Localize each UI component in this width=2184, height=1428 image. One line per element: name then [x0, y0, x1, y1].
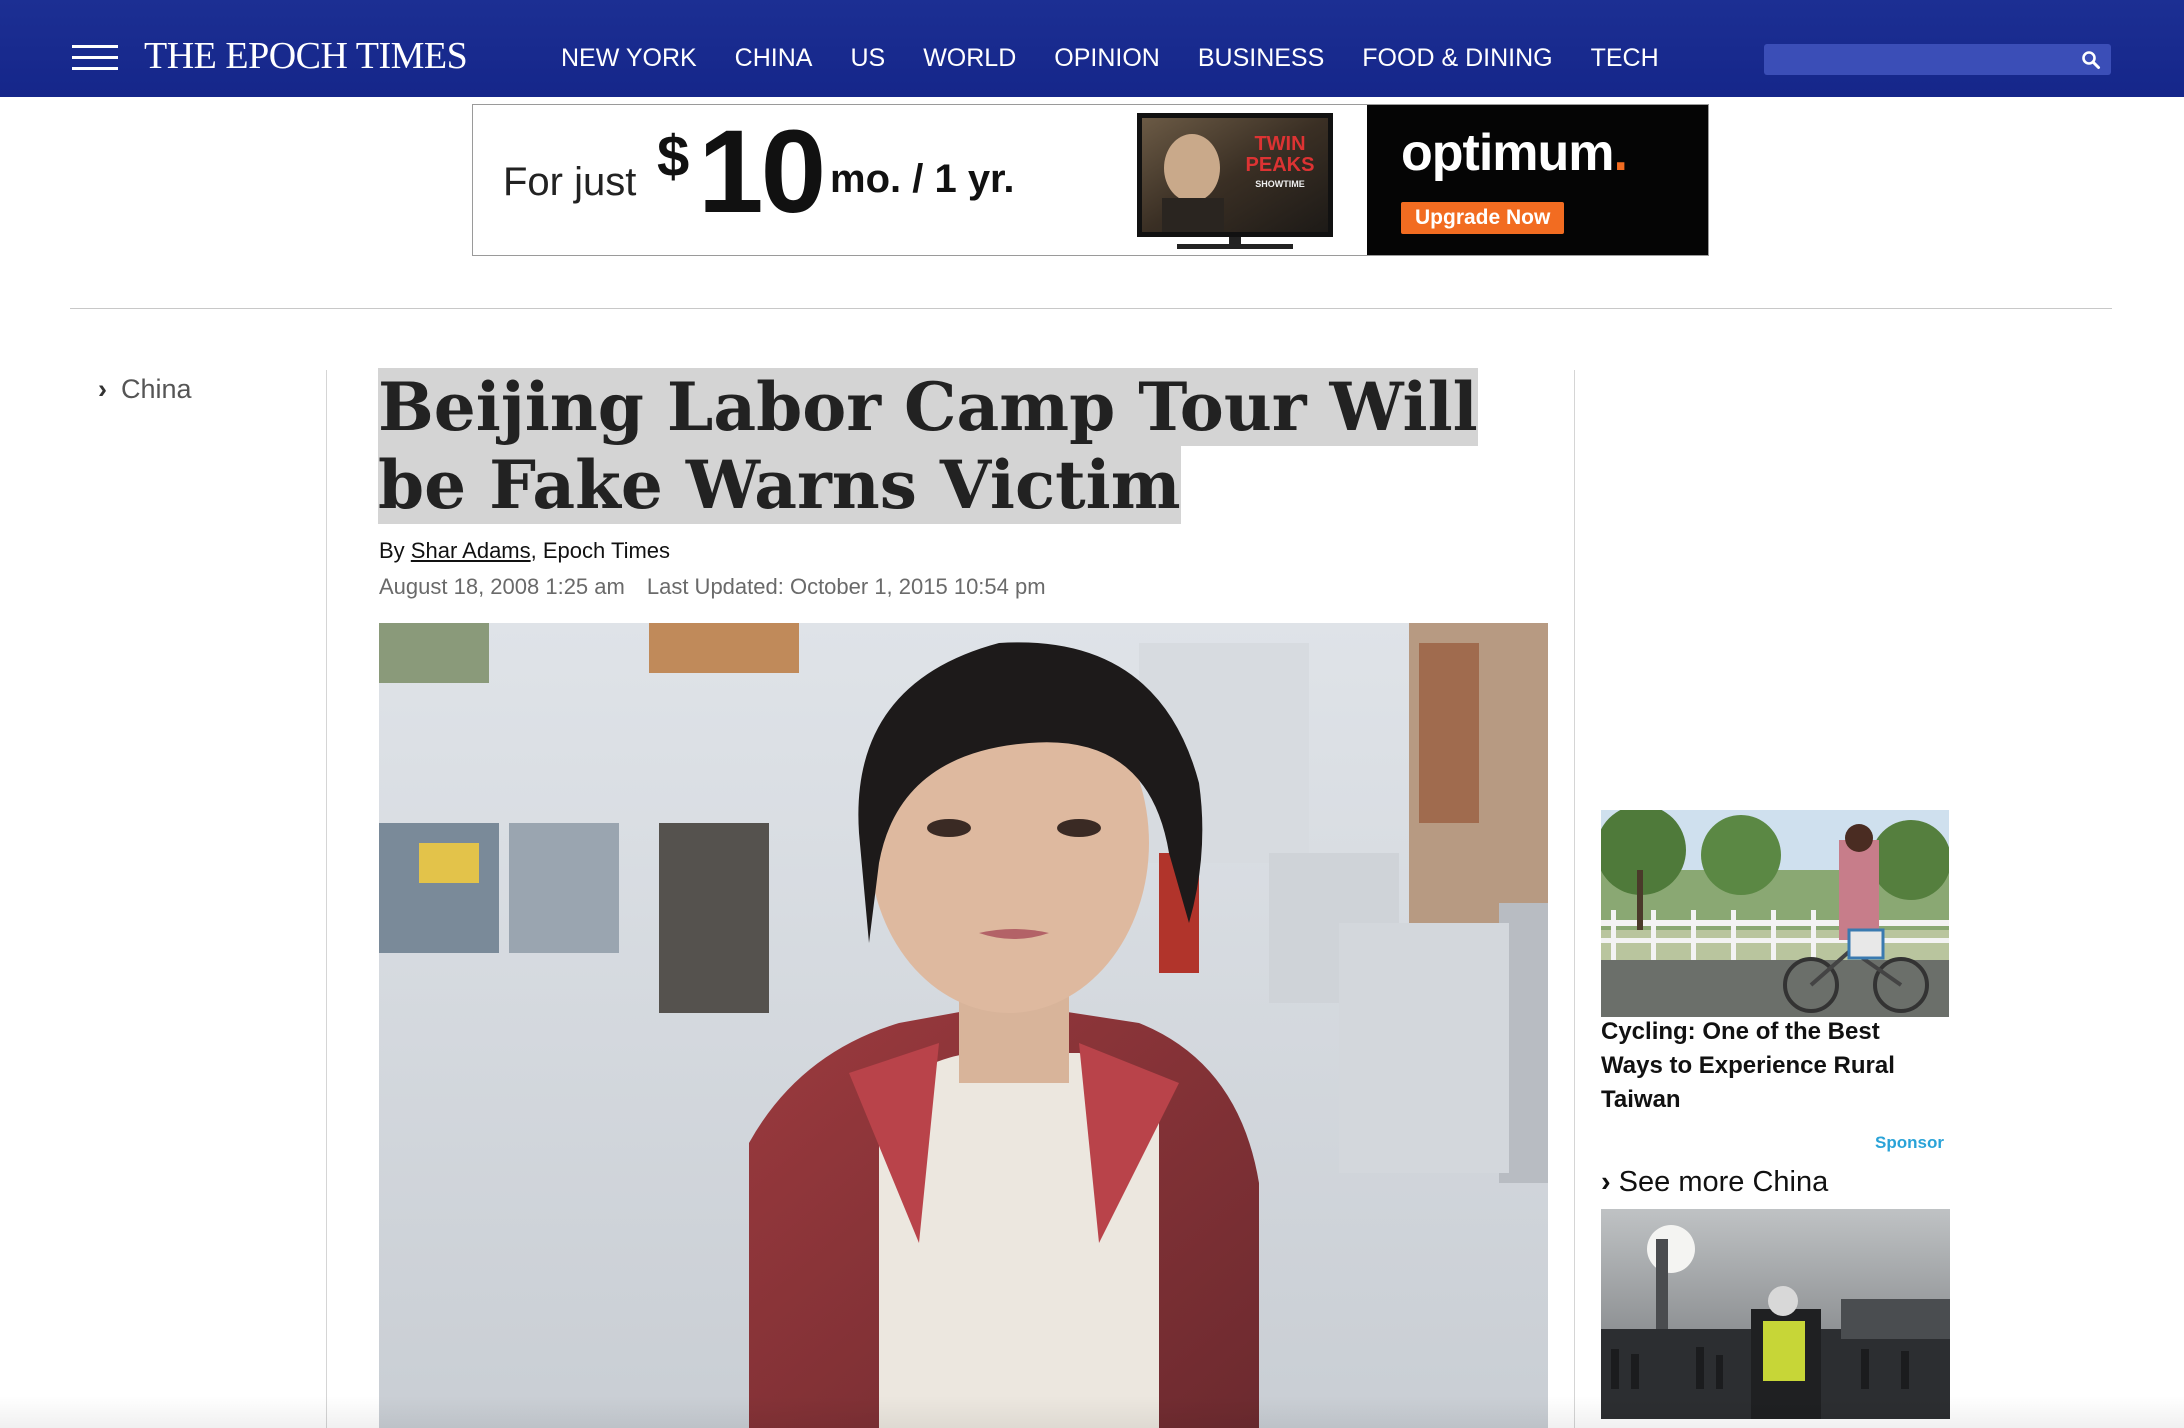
nav-item-world[interactable]: WORLD: [923, 44, 1016, 73]
ad-brand-logo: optimum.: [1401, 124, 1628, 182]
menu-icon[interactable]: [72, 45, 118, 71]
breadcrumb[interactable]: › China: [98, 374, 192, 405]
published-date: August 18, 2008 1:25 am: [379, 574, 625, 599]
chevron-right-icon: ›: [1601, 1166, 1611, 1198]
sponsor-label: Sponsor: [1875, 1133, 1944, 1152]
nav-item-opinion[interactable]: OPINION: [1054, 44, 1160, 73]
ad-offer-panel: For just $ 10 mo. / 1 yr. TWIN PEAKS SHO…: [473, 105, 1367, 255]
header-divider: [70, 308, 2112, 309]
ad-tv-title-1: TWIN: [1254, 133, 1305, 155]
ad-brand-panel: optimum. Upgrade Now: [1367, 105, 1708, 255]
top-navigation-bar: THE EPOCH TIMES NEW YORK CHINA US WORLD …: [0, 0, 2184, 97]
ad-price: 10: [698, 106, 826, 238]
chevron-right-icon: ›: [98, 374, 107, 404]
search-icon[interactable]: [2081, 50, 2101, 70]
article-headline: Beijing Labor Camp Tour Will be Fake War…: [378, 368, 1478, 524]
ad-upgrade-button[interactable]: Upgrade Now: [1401, 202, 1565, 234]
see-more-link[interactable]: › See more China: [1601, 1166, 1828, 1199]
ad-tv-image: TWIN PEAKS SHOWTIME: [1137, 113, 1333, 249]
see-more-image[interactable]: [1601, 1209, 1950, 1419]
article-dates: August 18, 2008 1:25 am Last Updated: Oct…: [379, 574, 1046, 600]
ad-term-text: mo. / 1 yr.: [830, 157, 1015, 201]
promo-title[interactable]: Cycling: One of the Best Ways to Experie…: [1601, 1015, 1931, 1117]
search-input[interactable]: [1764, 44, 2076, 77]
breadcrumb-china[interactable]: China: [121, 374, 192, 404]
updated-date: Last Updated: October 1, 2015 10:54 pm: [646, 574, 1046, 599]
advertisement-banner[interactable]: For just $ 10 mo. / 1 yr. TWIN PEAKS SHO…: [472, 104, 1709, 256]
left-column-divider: [326, 370, 327, 1428]
promo-image-cycling[interactable]: [1601, 810, 1949, 1017]
nav-item-china[interactable]: CHINA: [735, 44, 813, 73]
ad-dollar-sign: $: [657, 124, 690, 189]
main-nav: NEW YORK CHINA US WORLD OPINION BUSINESS…: [561, 44, 1697, 73]
nav-item-food-dining[interactable]: FOOD & DINING: [1362, 44, 1552, 73]
nav-item-tech[interactable]: TECH: [1591, 44, 1659, 73]
ad-tv-network: SHOWTIME: [1255, 179, 1305, 189]
ad-tv-title-2: PEAKS: [1246, 154, 1315, 176]
search-box: [1764, 44, 2111, 77]
article-photo[interactable]: [379, 623, 1548, 1428]
right-column-divider: [1574, 370, 1575, 1428]
byline: By Shar Adams, Epoch Times: [379, 538, 671, 563]
author-link[interactable]: Shar Adams: [411, 538, 531, 563]
nav-item-new-york[interactable]: NEW YORK: [561, 44, 697, 73]
site-logo[interactable]: THE EPOCH TIMES: [144, 34, 468, 78]
nav-item-us[interactable]: US: [850, 44, 885, 73]
nav-item-business[interactable]: BUSINESS: [1198, 44, 1324, 73]
ad-prefix-text: For just: [503, 160, 637, 204]
